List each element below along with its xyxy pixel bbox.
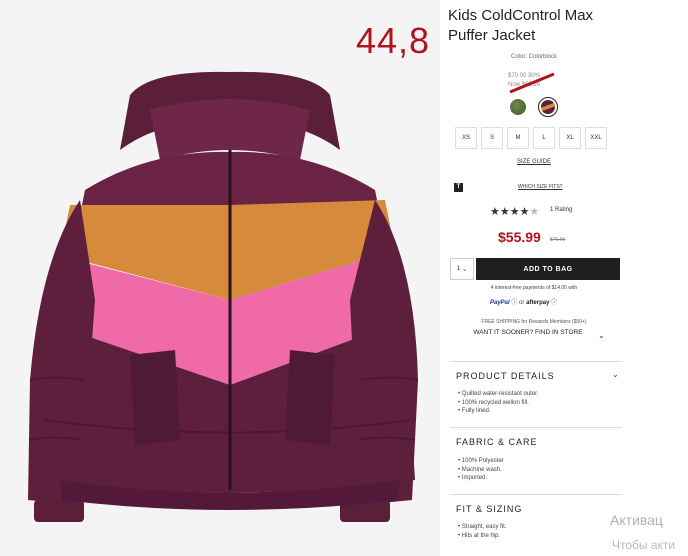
info-icon[interactable]: ⓘ — [511, 300, 517, 306]
size-xs-button[interactable]: XS — [455, 127, 477, 149]
sale-price: $55.99 — [498, 229, 541, 245]
size-l-button[interactable]: L — [533, 127, 555, 149]
quantity-select[interactable]: 1 ⌄ — [450, 258, 474, 280]
rating-stars[interactable]: ★★★★★ — [490, 205, 539, 218]
list-item: Quilted water-resistant outer. — [458, 390, 539, 399]
size-selector: XS S M L XL XXL — [455, 127, 607, 149]
afterpay-logo[interactable]: afterpay — [526, 300, 549, 306]
red-strike-mark — [509, 72, 555, 94]
true-fit-icon[interactable]: T — [454, 183, 463, 192]
product-details-list: Quilted water-resistant outer. 100% recy… — [458, 390, 539, 416]
color-label: Color: Colorblock — [510, 54, 558, 60]
fabric-care-header[interactable]: FABRIC & CARE — [456, 437, 538, 447]
fit-sizing-list: Straight, easy fit. Hits at the hip. — [458, 523, 507, 541]
divider — [450, 361, 622, 362]
product-info-panel: Kids ColdControl Max Puffer Jacket Color… — [446, 0, 622, 556]
installments-text: 4 interest-free payments of $14.00 with — [490, 285, 578, 291]
green-swatch[interactable] — [510, 99, 526, 115]
product-image — [0, 0, 440, 556]
size-xxl-button[interactable]: XXL — [585, 127, 607, 149]
original-price: $70.00 — [550, 237, 566, 243]
list-item: 100% Polyester — [458, 457, 504, 466]
size-s-button[interactable]: S — [481, 127, 503, 149]
divider — [450, 494, 622, 495]
divider — [450, 427, 622, 428]
overlay-price-label: 44,8 — [356, 20, 431, 61]
fit-sizing-header[interactable]: FIT & SIZING — [456, 504, 522, 514]
size-guide-link[interactable]: SIZE GUIDE — [446, 159, 622, 165]
info-icon[interactable]: ⓘ — [551, 300, 557, 306]
list-item: Fully lined. — [458, 407, 538, 416]
product-details-header[interactable]: PRODUCT DETAILS — [456, 371, 555, 381]
windows-activation-watermark: Активац — [610, 512, 663, 528]
chevron-down-icon[interactable]: ⌄ — [612, 370, 619, 379]
rating-count-link[interactable]: 1 Rating — [550, 207, 572, 213]
quantity-value: 1 — [456, 266, 461, 272]
product-title: Kids ColdControl Max Puffer Jacket — [448, 7, 594, 44]
puffer-jacket-illustration — [28, 71, 419, 522]
fabric-care-list: 100% Polyester Machine wash. Imported. — [458, 457, 504, 483]
chevron-down-icon: ⌄ — [462, 266, 468, 273]
paypal-logo[interactable]: PayPal — [490, 300, 510, 306]
chevron-down-icon[interactable]: ⌄ — [598, 331, 605, 340]
add-to-bag-button[interactable]: ADD TO BAG — [476, 258, 620, 280]
star-empty-icon: ★ — [529, 206, 540, 218]
list-item: Imported. — [458, 474, 504, 483]
payment-options: PayPal ⓘ or afterpay ⓘ — [490, 297, 557, 306]
which-size-fits-link[interactable]: WHICH SIZE FITS? — [518, 184, 562, 190]
list-item: 100% recycled wellon fill. — [458, 399, 538, 408]
size-xl-button[interactable]: XL — [559, 127, 581, 149]
list-item: Straight, easy fit. — [458, 523, 507, 532]
windows-activation-watermark-sub: Чтобы акти — [612, 538, 676, 552]
list-item: Machine wash. — [458, 466, 504, 475]
star-filled-icons: ★★★★ — [490, 206, 530, 218]
size-m-button[interactable]: M — [507, 127, 529, 149]
free-shipping-text: FREE SHIPPING for Rewards Members ($50+) — [481, 319, 587, 325]
find-in-store-link[interactable]: WANT IT SOONER? FIND IN STORE — [468, 329, 588, 337]
colorblock-swatch[interactable] — [541, 100, 555, 114]
or-text: or — [519, 300, 525, 306]
list-item: Hits at the hip. — [458, 532, 506, 541]
